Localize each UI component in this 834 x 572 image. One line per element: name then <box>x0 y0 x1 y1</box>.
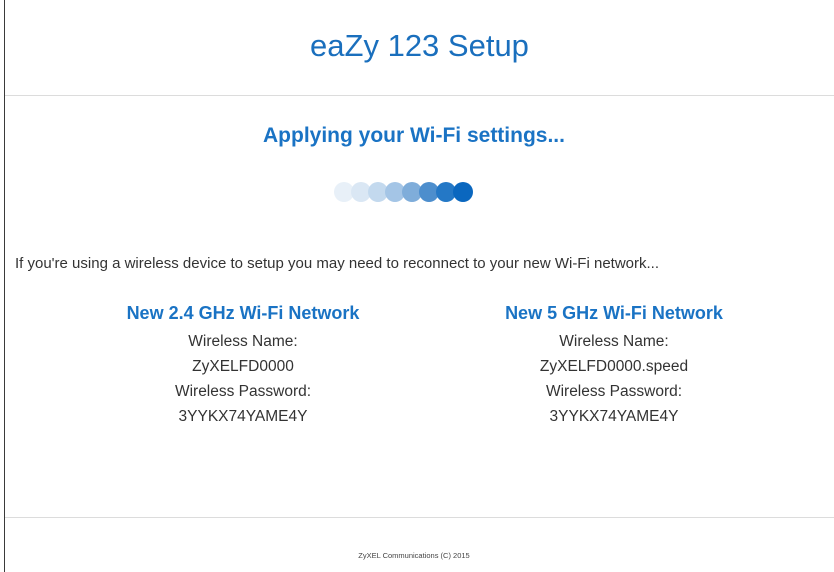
network-5ghz-password-value: 3YYKX74YAME4Y <box>549 408 679 425</box>
network-24ghz-panel: New 2.4 GHz Wi-Fi Network Wireless Name:… <box>93 303 393 429</box>
page-title: eaZy 123 Setup <box>310 27 529 63</box>
network-5ghz-password-label: Wireless Password: <box>545 383 683 400</box>
network-24ghz-name-value: ZyXELFD0000 <box>192 358 294 375</box>
reconnect-notice: If you're using a wireless device to set… <box>15 255 659 272</box>
network-5ghz-panel: New 5 GHz Wi-Fi Network Wireless Name: Z… <box>464 303 764 429</box>
network-5ghz-name-label: Wireless Name: <box>559 333 669 350</box>
network-24ghz-password-value: 3YYKX74YAME4Y <box>178 408 308 425</box>
network-24ghz-password-label: Wireless Password: <box>174 383 312 400</box>
network-24ghz-title: New 2.4 GHz Wi-Fi Network <box>126 303 360 323</box>
network-5ghz-name-value: ZyXELFD0000.speed <box>539 358 689 375</box>
header: eaZy 123 Setup <box>5 0 834 96</box>
network-24ghz-name-label: Wireless Name: <box>188 333 298 350</box>
progress-dots <box>334 182 473 202</box>
setup-window: eaZy 123 Setup Applying your Wi-Fi setti… <box>4 0 834 572</box>
status-title: Applying your Wi-Fi settings... <box>263 124 565 147</box>
footer-divider <box>5 517 834 518</box>
progress-dot <box>453 182 473 202</box>
network-5ghz-title: New 5 GHz Wi-Fi Network <box>505 303 723 323</box>
footer-copyright: ZyXEL Communications (C) 2015 <box>358 551 470 560</box>
